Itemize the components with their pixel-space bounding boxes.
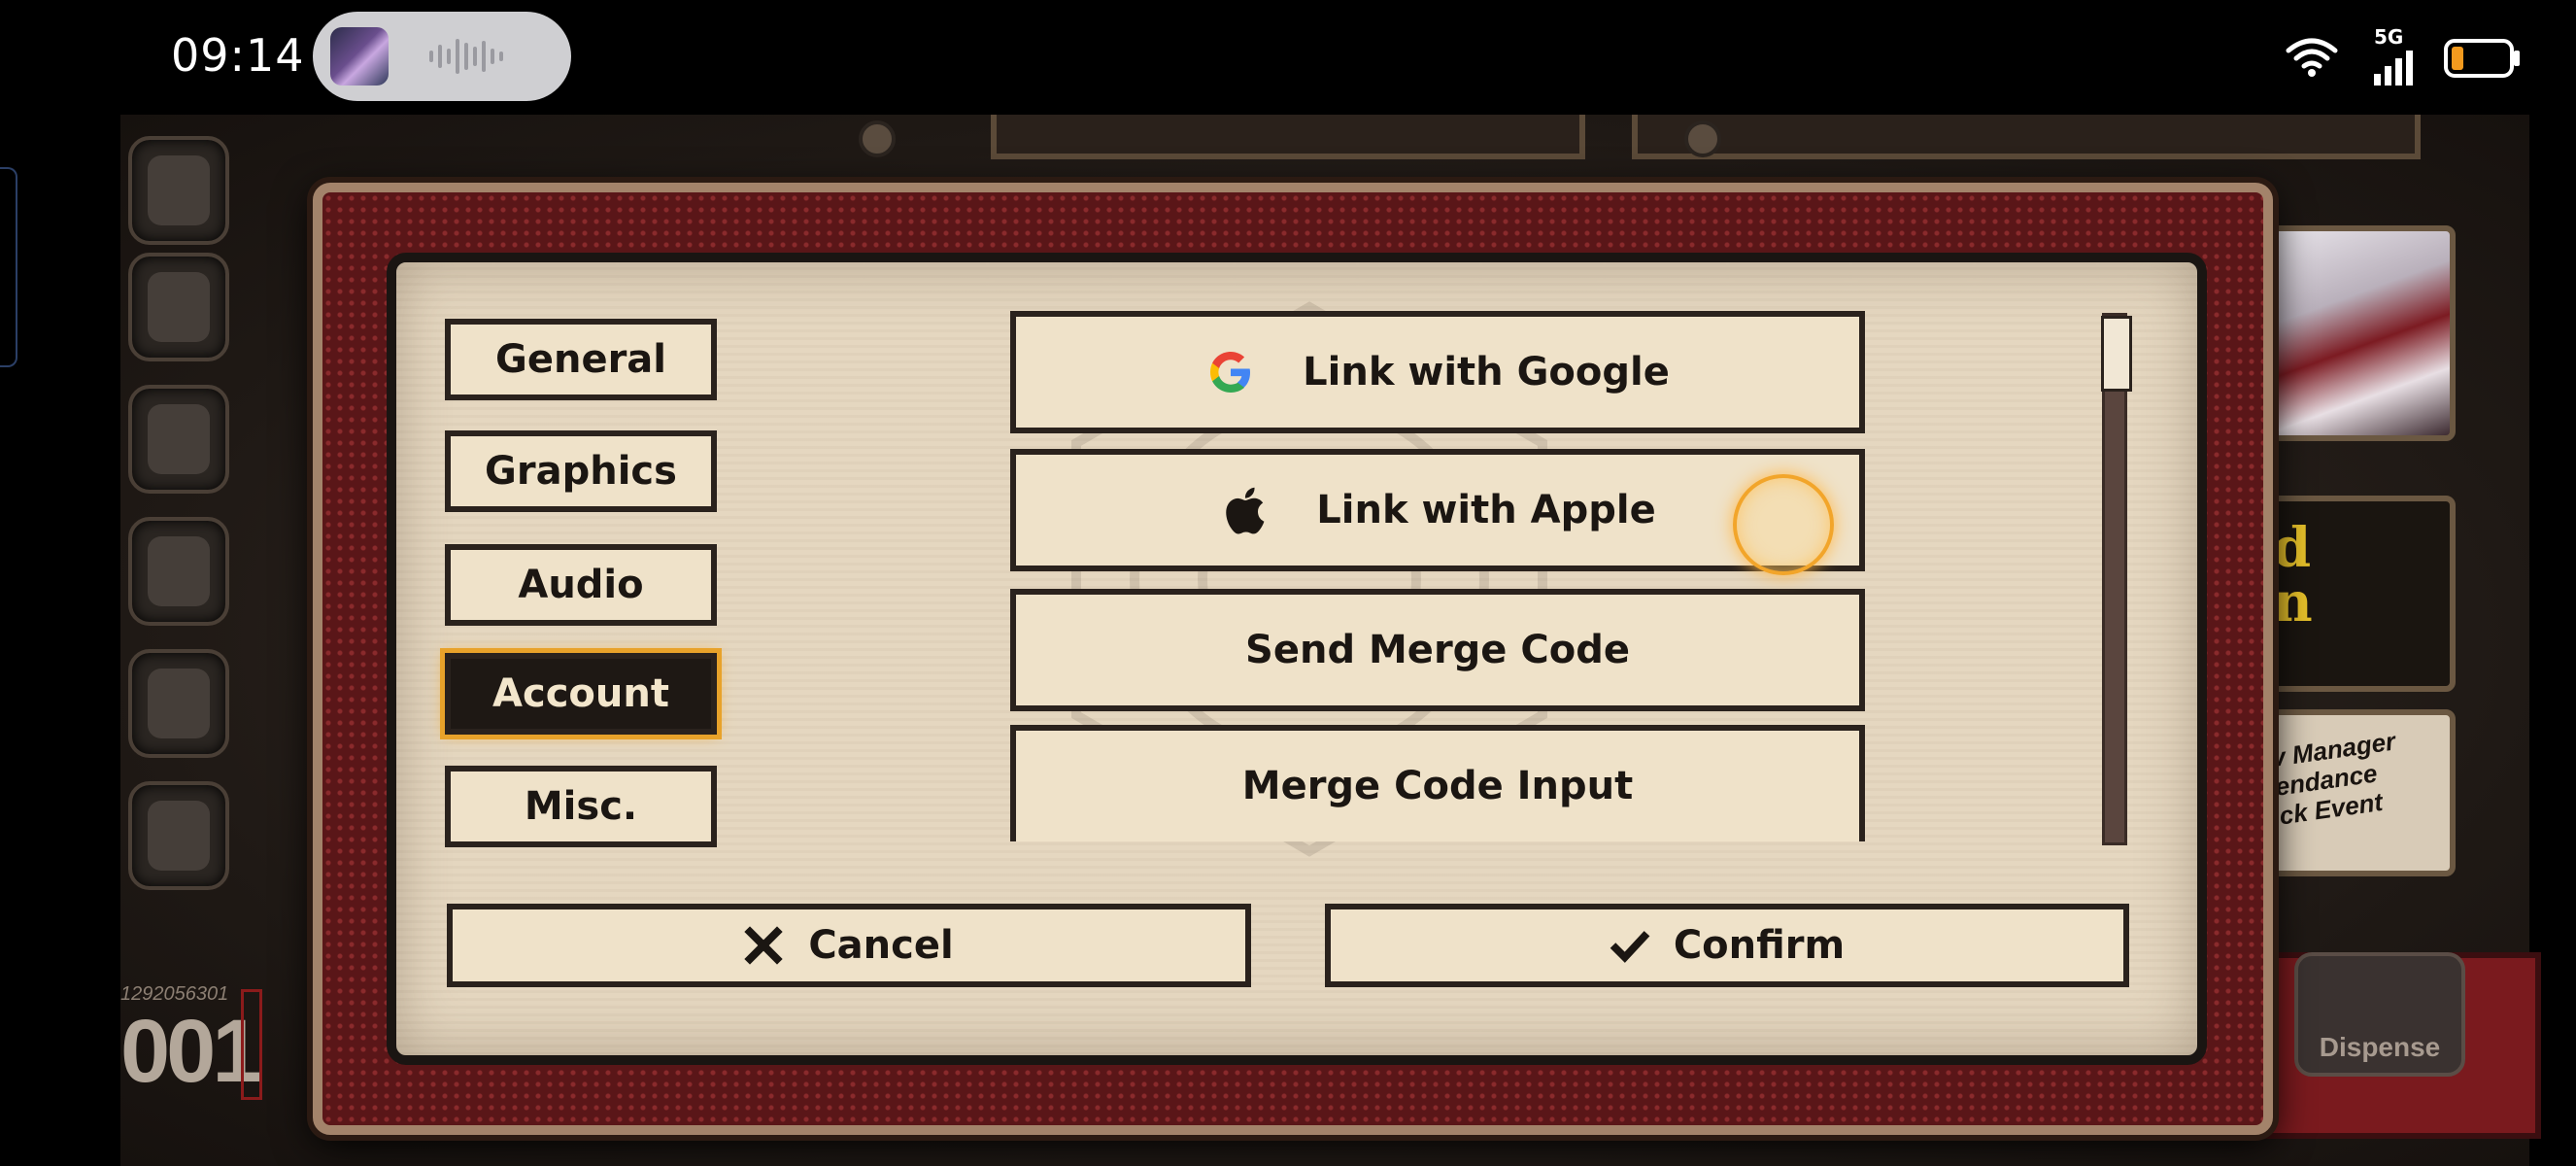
clock: 09:14 — [171, 29, 305, 82]
side-menu-emblem-icon[interactable] — [128, 253, 229, 361]
merge-code-input-button[interactable]: Merge Code Input — [1010, 725, 1865, 841]
tab-graphics[interactable]: Graphics — [445, 430, 717, 512]
frame-rivet — [1684, 120, 1721, 157]
confirm-button[interactable]: Confirm — [1325, 904, 2129, 987]
merge-code-input-label: Merge Code Input — [1241, 764, 1634, 808]
send-merge-code-button[interactable]: Send Merge Code — [1010, 589, 1865, 711]
close-icon — [744, 925, 785, 966]
cellular-signal-icon — [2374, 51, 2413, 86]
media-indicator[interactable] — [313, 12, 571, 101]
cancel-button[interactable]: Cancel — [447, 904, 1251, 987]
confirm-label: Confirm — [1673, 923, 1846, 968]
event-card[interactable]: v Manager endance ck Event — [2263, 709, 2456, 876]
send-merge-code-label: Send Merge Code — [1245, 628, 1630, 672]
tab-account[interactable]: Account — [445, 653, 717, 735]
apple-icon — [1219, 485, 1270, 535]
game-thumbnail — [330, 27, 389, 86]
options-scrollbar[interactable] — [2101, 313, 2132, 845]
dispense-button[interactable]: Dispense — [2294, 952, 2465, 1077]
top-frame-left — [991, 115, 1585, 159]
dispense-label: Dispense — [2319, 1032, 2441, 1062]
google-icon — [1205, 347, 1256, 397]
checkmark-icon — [1610, 925, 1650, 966]
frame-rivet — [859, 120, 896, 157]
side-menu-spiral-icon[interactable] — [128, 781, 229, 890]
system-status-icons: 5G — [2285, 25, 2537, 87]
tap-effect — [1733, 474, 1834, 575]
battery-low-icon — [2444, 39, 2520, 78]
cancel-label: Cancel — [808, 923, 954, 968]
link-google-button[interactable]: Link with Google — [1010, 311, 1865, 433]
featured-art-card[interactable] — [2263, 225, 2456, 441]
player-number: 001 — [120, 1002, 261, 1101]
account-options-list[interactable]: Link with Google Link with Apple Send Me… — [1010, 309, 1875, 841]
left-letterbox — [0, 115, 120, 1166]
link-apple-label: Link with Apple — [1316, 488, 1656, 532]
edge-panel-handle[interactable] — [0, 167, 17, 367]
tab-misc[interactable]: Misc. — [445, 766, 717, 847]
status-bar: 09:14 5G — [0, 0, 2576, 115]
scrollbar-thumb[interactable] — [2101, 316, 2132, 392]
side-menu-banner-icon[interactable] — [128, 517, 229, 626]
red-indicator-bar — [241, 989, 262, 1100]
link-google-label: Link with Google — [1303, 350, 1670, 394]
network-type: 5G — [2374, 25, 2404, 49]
wifi-icon — [2286, 38, 2338, 77]
banner-card[interactable]: d n — [2263, 496, 2456, 692]
audio-wave-icon — [429, 39, 503, 74]
side-menu-blade-icon[interactable] — [128, 649, 229, 758]
tab-audio[interactable]: Audio — [445, 544, 717, 626]
side-menu-beast-icon[interactable] — [128, 385, 229, 494]
top-frame-right — [1632, 115, 2421, 159]
banner-text: d n — [2273, 516, 2313, 634]
side-menu-quill-icon[interactable] — [128, 136, 229, 245]
tab-general[interactable]: General — [445, 319, 717, 400]
event-card-text: v Manager endance ck Event — [2269, 726, 2397, 831]
